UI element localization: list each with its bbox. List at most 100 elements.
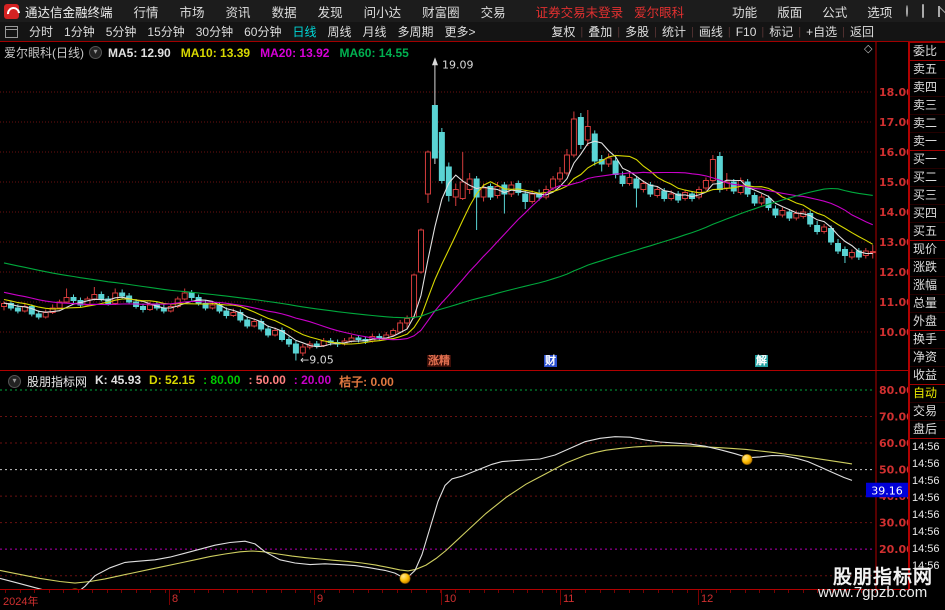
chart-corner-marker-icon[interactable]: ◇ (864, 42, 872, 55)
period-周线[interactable]: 周线 (327, 23, 351, 40)
sidebar-row-委比[interactable]: 委比 (910, 43, 945, 61)
window-layout-icon[interactable] (5, 25, 18, 38)
quote-sidebar: R 300 委比卖五卖四卖三卖二卖一买一买二买三买四买五现价涨跌涨幅总量外盘换手… (908, 22, 945, 590)
minor-tick (382, 590, 383, 593)
sidebar-row-外盘[interactable]: 外盘 (910, 313, 945, 331)
sidebar-row-涨幅[interactable]: 涨幅 (910, 277, 945, 295)
menu-财富圈[interactable]: 财富圈 (422, 2, 460, 21)
sidebar-row-卖五[interactable]: 卖五 (910, 61, 945, 79)
trade-login-status[interactable]: 证券交易未登录 (536, 2, 624, 21)
tool-标记[interactable]: 标记 (769, 23, 793, 40)
svg-text:15.00: 15.00 (879, 176, 908, 189)
minor-tick (657, 590, 659, 593)
minor-tick (396, 590, 398, 593)
toolbar-divider: | (617, 25, 621, 38)
indicator-value: : 80.00 (203, 373, 241, 387)
period-5分钟[interactable]: 5分钟 (106, 23, 137, 40)
sidebar-row-卖四[interactable]: 卖四 (910, 79, 945, 97)
sidebar-row-买五[interactable]: 买五 (910, 223, 945, 241)
sidebar-tab-交易[interactable]: 交易 (910, 403, 945, 421)
tool-返回[interactable]: 返回 (850, 23, 874, 40)
sidebar-tab-盘后[interactable]: 盘后 (910, 421, 945, 439)
svg-text:←9.05: ←9.05 (300, 354, 334, 367)
toolbar-divider: | (798, 25, 802, 38)
minor-tick (643, 590, 644, 593)
menu-市场[interactable]: 市场 (180, 2, 205, 21)
news-tag-涨精[interactable]: 涨精 (427, 355, 451, 367)
news-tag-财[interactable]: 财 (544, 355, 557, 367)
tick-time-row: 14:56 (912, 475, 940, 487)
svg-text:10.00: 10.00 (879, 326, 908, 339)
tool-+自选[interactable]: +自选 (806, 23, 837, 40)
indicator-chevron-icon[interactable]: ▾ (8, 375, 21, 388)
minor-tick (527, 590, 528, 593)
sidebar-row-卖一[interactable]: 卖一 (910, 133, 945, 151)
main-candlestick-chart[interactable]: 18.00 17.00 16.00 15.00 14.00 13.00 12.00 11.00… (0, 42, 908, 370)
period-更多>[interactable]: 更多> (445, 23, 476, 40)
minor-tick (788, 590, 789, 593)
tool-复权[interactable]: 复权 (551, 23, 575, 40)
menu-公式[interactable]: 公式 (822, 2, 847, 21)
year-label: 2024年 (3, 596, 39, 608)
period-多周期[interactable]: 多周期 (398, 23, 434, 40)
time-axis[interactable]: 2024年 8 9 10 11 12 (0, 589, 945, 610)
period-30分钟[interactable]: 30分钟 (196, 23, 233, 40)
indicator-panel-chart[interactable]: 80.0070.0060.0050.0040.0030.0020.0039.16 (0, 371, 914, 600)
active-stock-label[interactable]: 爱尔眼科 (634, 2, 684, 21)
minor-tick (193, 590, 195, 593)
sidebar-row-买三[interactable]: 买三 (910, 187, 945, 205)
sidebar-row-买四[interactable]: 买四 (910, 205, 945, 223)
minor-tick (425, 590, 427, 593)
sidebar-row-卖二[interactable]: 卖二 (910, 115, 945, 133)
sidebar-row-净资[interactable]: 净资 (910, 349, 945, 367)
menu-问小达[interactable]: 问小达 (364, 2, 402, 21)
menu-版面[interactable]: 版面 (777, 2, 802, 21)
period-日线[interactable]: 日线 (292, 23, 316, 40)
tool-统计[interactable]: 统计 (662, 23, 686, 40)
minor-tick (266, 590, 267, 593)
month-label-9: 9 (317, 593, 324, 605)
period-月线[interactable]: 月线 (363, 23, 387, 40)
period-60分钟[interactable]: 60分钟 (244, 23, 281, 40)
sidebar-row-卖三[interactable]: 卖三 (910, 97, 945, 115)
minor-tick (48, 590, 50, 593)
sidebar-row-换手[interactable]: 换手 (910, 331, 945, 349)
stock-period-title[interactable]: 爱尔眼科(日线) (4, 44, 84, 61)
chevron-down-icon[interactable]: ▾ (89, 46, 102, 59)
minor-tick (324, 590, 325, 593)
phone-icon[interactable] (922, 4, 925, 18)
sidebar-row-买一[interactable]: 买一 (910, 151, 945, 169)
news-tag-解[interactable]: 解 (755, 355, 768, 367)
menu-数据[interactable]: 数据 (272, 2, 297, 21)
month-label-8: 8 (172, 593, 179, 605)
menu-交易[interactable]: 交易 (481, 2, 506, 21)
sidebar-row-收益[interactable]: 收益 (910, 367, 945, 385)
svg-text:16.00: 16.00 (879, 146, 908, 159)
tool-多股[interactable]: 多股 (625, 23, 649, 40)
period-分时[interactable]: 分时 (29, 23, 53, 40)
sidebar-row-现价[interactable]: 现价 (910, 241, 945, 259)
month-tick (314, 590, 315, 605)
tool-F10[interactable]: F10 (736, 25, 757, 39)
menu-功能[interactable]: 功能 (732, 2, 757, 21)
chat-icon[interactable] (906, 5, 909, 17)
period-15分钟[interactable]: 15分钟 (147, 23, 184, 40)
indicator-name[interactable]: 股朋指标网 (27, 373, 87, 390)
tool-叠加[interactable]: 叠加 (588, 23, 612, 40)
sidebar-row-总量[interactable]: 总量 (910, 295, 945, 313)
period-toolbar: 分时 1分钟 5分钟 15分钟 30分钟 60分钟 日线 周线 月线 多周期 更多> 复权 | 叠加 | 多… (0, 22, 945, 42)
menu-行情[interactable]: 行情 (134, 2, 159, 21)
ma-value-labels: MA5: 12.90 MA10: 13.39 MA20: 13.92 MA60: 14… (108, 46, 419, 60)
menu-发现[interactable]: 发现 (318, 2, 343, 21)
menu-选项[interactable]: 选项 (867, 2, 892, 21)
menu-资讯[interactable]: 资讯 (226, 2, 251, 21)
sidebar-row-涨跌[interactable]: 涨跌 (910, 259, 945, 277)
mail-icon[interactable] (938, 5, 941, 17)
minor-tick (614, 590, 615, 593)
svg-text:11.00: 11.00 (879, 296, 908, 309)
sidebar-row-买二[interactable]: 买二 (910, 169, 945, 187)
period-1分钟[interactable]: 1分钟 (64, 23, 95, 40)
main-chart-header: 爱尔眼科(日线) ▾ MA5: 12.90 MA10: 13.39 MA20: 13… (4, 44, 419, 61)
tool-画线[interactable]: 画线 (699, 23, 723, 40)
sidebar-tab-自动[interactable]: 自动 (910, 385, 945, 403)
